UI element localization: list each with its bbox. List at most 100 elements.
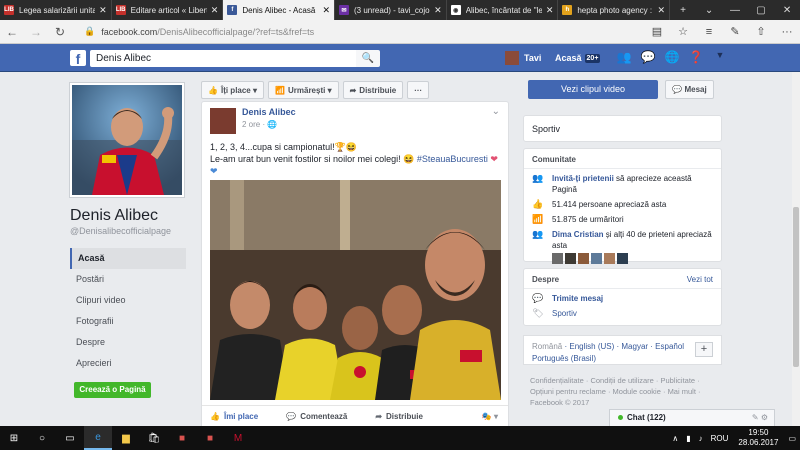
post-author-avatar[interactable] <box>210 108 236 134</box>
post-timestamp[interactable]: 2 ore · 🌐 <box>242 120 277 129</box>
avatar[interactable] <box>591 253 602 264</box>
browser-tab[interactable]: ◉ Alibec, încântat de "legiun ✕ <box>447 0 559 20</box>
keyboard-language[interactable]: ROU <box>711 434 729 443</box>
browser-tab[interactable]: LIB Editare articol « Libertatea ✕ <box>112 0 224 20</box>
help-icon[interactable]: ❓ <box>684 50 708 64</box>
notifications-globe-icon[interactable]: 🌐 <box>660 50 684 64</box>
post-hashtag[interactable]: #SteauaBucuresti <box>417 154 488 164</box>
windows-start-icon[interactable]: ⊞ <box>0 426 28 450</box>
friend-requests-icon[interactable]: 👥 <box>612 50 636 64</box>
close-tab-icon[interactable]: ✕ <box>99 5 107 16</box>
more-options-button[interactable]: ··· <box>407 81 430 99</box>
notes-icon[interactable]: ✎ <box>722 25 748 38</box>
new-tab-icon[interactable]: + <box>670 5 696 16</box>
search-icon[interactable]: 🔍 <box>356 50 380 67</box>
like-page-button[interactable]: 👍 Îți place ▾ <box>201 81 265 99</box>
user-profile-link[interactable]: Tavi <box>505 51 541 65</box>
mcafee-icon[interactable]: M <box>224 426 252 450</box>
nav-item-clipuri-video[interactable]: Clipuri video <box>70 290 186 311</box>
chat-settings-icon[interactable]: ✎ ⚙ <box>752 410 768 426</box>
reaction-picker-icon[interactable]: 🎭 ▾ <box>482 412 498 421</box>
share-icon[interactable]: ⇧ <box>748 25 774 38</box>
browser-tab[interactable]: ✉ (3 unread) - tavi_cojocaru ✕ <box>335 0 447 20</box>
post-photo[interactable] <box>210 180 501 400</box>
message-button[interactable]: 💬 Mesaj <box>665 80 714 99</box>
language-option[interactable]: Magyar <box>621 342 648 351</box>
tab-list-icon[interactable]: ⌄ <box>696 5 722 16</box>
store-icon[interactable]: 🛍 <box>140 426 168 450</box>
friend-link[interactable]: Dima Cristian <box>552 230 604 239</box>
refresh-icon[interactable]: ↻ <box>48 25 72 39</box>
avatar[interactable] <box>604 253 615 264</box>
network-icon[interactable]: ▮ <box>686 434 690 443</box>
facebook-logo-icon[interactable]: f <box>70 50 86 67</box>
follow-button[interactable]: 📶 Urmărești ▾ <box>268 81 339 99</box>
url-field[interactable]: 🔒 facebook.com/DenisAlibecofficialpage/?… <box>84 22 644 42</box>
edge-browser-icon[interactable]: e <box>84 426 112 450</box>
profile-picture[interactable] <box>70 83 184 197</box>
notifications-icon[interactable]: ▭ <box>788 434 796 443</box>
messages-icon[interactable]: 💬 <box>636 50 660 64</box>
mail-app-icon[interactable]: ■ <box>168 426 196 450</box>
volume-icon[interactable]: ♪ <box>699 434 703 443</box>
clock[interactable]: 19:50 28.06.2017 <box>738 428 778 448</box>
browser-tab[interactable]: h hepta photo agency : Pho ✕ <box>558 0 671 20</box>
avatar[interactable] <box>578 253 589 264</box>
search-input[interactable]: Denis Alibec <box>90 50 376 67</box>
tray-arrow-icon[interactable]: ∧ <box>672 434 678 443</box>
post-share-button[interactable]: ➦ Distribuie <box>375 412 423 421</box>
close-tab-icon[interactable]: ✕ <box>657 5 665 16</box>
post-author[interactable]: Denis Alibec <box>242 107 296 117</box>
home-link[interactable]: Acasă 20+ <box>555 53 601 63</box>
avatar[interactable] <box>565 253 576 264</box>
about-category-link[interactable]: Sportiv <box>552 308 577 319</box>
close-tab-icon[interactable]: ✕ <box>546 5 554 16</box>
language-option[interactable]: Español <box>655 342 684 351</box>
language-option[interactable]: Português (Brasil) <box>532 354 596 363</box>
forward-arrow-icon[interactable]: → <box>24 25 48 39</box>
hub-icon[interactable]: ≡ <box>696 26 722 38</box>
send-message-link[interactable]: Trimite mesaj <box>552 293 603 304</box>
close-tab-icon[interactable]: ✕ <box>211 5 219 16</box>
avatar[interactable] <box>552 253 563 264</box>
post-options-icon[interactable]: ⌄ <box>492 106 500 117</box>
language-option[interactable]: English (US) <box>569 342 614 351</box>
add-language-button[interactable]: + <box>695 342 713 357</box>
favorite-star-icon[interactable]: ☆ <box>670 25 696 38</box>
post-line-2: Le-am urat bun venit fostilor si noilor … <box>210 154 401 164</box>
share-arrow-icon: ➦ <box>349 85 357 95</box>
reading-view-icon[interactable]: ▤ <box>644 25 670 38</box>
file-explorer-icon[interactable]: ▆ <box>112 426 140 450</box>
account-menu-icon[interactable]: ▼ <box>708 50 732 64</box>
task-view-icon[interactable]: ▭ <box>56 426 84 450</box>
back-arrow-icon[interactable]: ← <box>0 25 24 39</box>
share-page-button[interactable]: ➦ Distribuie <box>342 81 404 99</box>
nav-item-aprecieri[interactable]: Aprecieri <box>70 353 186 374</box>
nav-item-fotografii[interactable]: Fotografii <box>70 311 186 332</box>
page-scrollbar[interactable] <box>792 72 800 426</box>
nav-item-despre[interactable]: Despre <box>70 332 186 353</box>
close-window-icon[interactable]: ✕ <box>774 5 800 16</box>
close-tab-icon[interactable]: ✕ <box>322 5 330 16</box>
see-all-link[interactable]: Vezi tot <box>687 275 713 284</box>
scrollbar-thumb[interactable] <box>793 207 799 367</box>
photos-app-icon[interactable]: ■ <box>196 426 224 450</box>
post-like-button[interactable]: 👍 Îmi place <box>210 412 258 421</box>
watch-video-button[interactable]: Vezi clipul video <box>528 80 658 99</box>
friends-like-row: 👥 Dima Cristian și alți 40 de prieteni a… <box>532 229 712 250</box>
nav-item-acasa[interactable]: Acasă <box>70 248 186 269</box>
minimize-icon[interactable]: — <box>722 5 748 16</box>
create-page-button[interactable]: Creează o Pagină <box>74 382 151 398</box>
post-comment-button[interactable]: 💬 Comentează <box>286 412 347 421</box>
chat-bar[interactable]: Chat (122) ✎ ⚙ <box>609 409 775 426</box>
invite-friends-link[interactable]: Invită-ți prietenii <box>552 174 614 183</box>
search-icon[interactable]: ○ <box>28 426 56 450</box>
maximize-icon[interactable]: ▢ <box>748 5 774 16</box>
close-tab-icon[interactable]: ✕ <box>434 5 442 16</box>
browser-tab[interactable]: f Denis Alibec - Acasă ✕ <box>223 0 336 20</box>
more-icon[interactable]: ··· <box>774 26 800 38</box>
avatar[interactable] <box>617 253 628 264</box>
browser-tab[interactable]: LIB Legea salarizării unitare: d ✕ <box>0 0 112 20</box>
about-card: Despre Vezi tot 💬 Trimite mesaj 🏷 Sporti… <box>523 268 722 326</box>
nav-item-postari[interactable]: Postări <box>70 269 186 290</box>
